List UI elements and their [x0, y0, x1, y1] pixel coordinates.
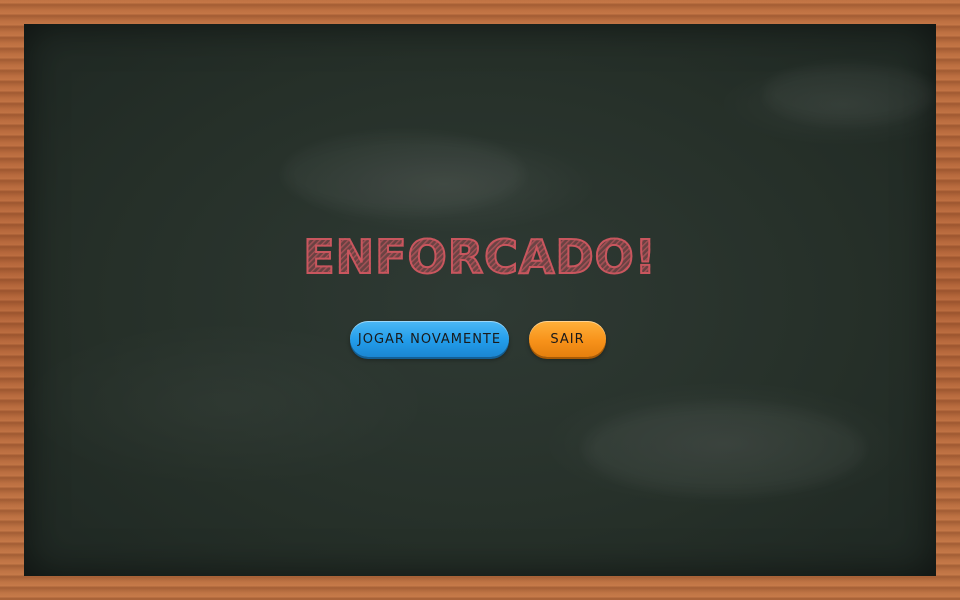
- exit-button[interactable]: SAIR: [529, 321, 606, 357]
- chalk-smudge: [764, 64, 934, 124]
- play-again-button[interactable]: JOGAR NOVAMENTE: [350, 321, 509, 357]
- chalkboard: ENFORCADO! JOGAR NOVAMENTE SAIR: [24, 24, 936, 576]
- wooden-frame: ENFORCADO! JOGAR NOVAMENTE SAIR: [0, 0, 960, 600]
- chalk-smudge: [584, 404, 864, 494]
- game-over-title: ENFORCADO!: [24, 229, 936, 285]
- chalk-smudge: [284, 134, 524, 214]
- button-row: JOGAR NOVAMENTE SAIR: [24, 321, 936, 361]
